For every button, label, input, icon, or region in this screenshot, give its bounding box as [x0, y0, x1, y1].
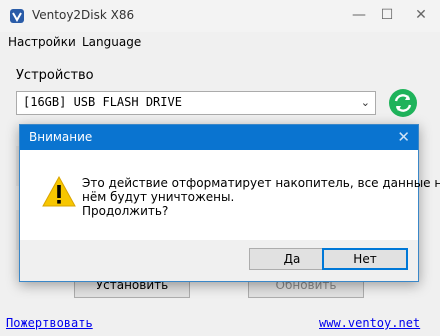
dialog-body: Это действие отформатирует накопитель, в…: [20, 150, 440, 240]
dialog-titlebar: Внимание ✕: [20, 125, 418, 150]
menu-language[interactable]: Language: [82, 35, 141, 49]
dialog-message-line: Продолжить?: [82, 204, 169, 218]
donate-link[interactable]: Пожертвовать: [6, 316, 93, 330]
device-select[interactable]: [16GB] USB FLASH DRIVE ⌄: [16, 91, 376, 115]
dialog-message-line: Это действие отформатирует накопитель, в…: [82, 176, 440, 190]
device-label: Устройство: [16, 68, 94, 83]
ventoy-app-icon: [10, 9, 24, 23]
device-selected-value: [16GB] USB FLASH DRIVE: [23, 95, 182, 109]
refresh-icon[interactable]: [388, 88, 418, 118]
website-link[interactable]: www.ventoy.net: [319, 316, 420, 330]
no-button[interactable]: Нет: [322, 248, 408, 270]
close-icon[interactable]: ✕: [406, 4, 436, 26]
minimize-icon[interactable]: —: [344, 4, 374, 26]
confirm-dialog: Внимание ✕ Это действие отформатирует на…: [19, 124, 440, 282]
window-titlebar: Ventoy2Disk X86 — ☐ ✕: [0, 0, 440, 32]
dialog-message: Это действие отформатирует накопитель, в…: [82, 176, 440, 218]
dialog-close-icon[interactable]: ✕: [397, 128, 410, 146]
dialog-title: Внимание: [29, 130, 93, 144]
chevron-down-icon: ⌄: [360, 96, 370, 109]
menu-settings[interactable]: Настройки: [8, 35, 76, 49]
menubar: Настройки Language: [0, 32, 440, 54]
dialog-message-line: нём будут уничтожены.: [82, 190, 235, 204]
warning-icon: [42, 176, 76, 207]
maximize-icon[interactable]: ☐: [372, 4, 402, 26]
window-title: Ventoy2Disk X86: [32, 8, 135, 22]
